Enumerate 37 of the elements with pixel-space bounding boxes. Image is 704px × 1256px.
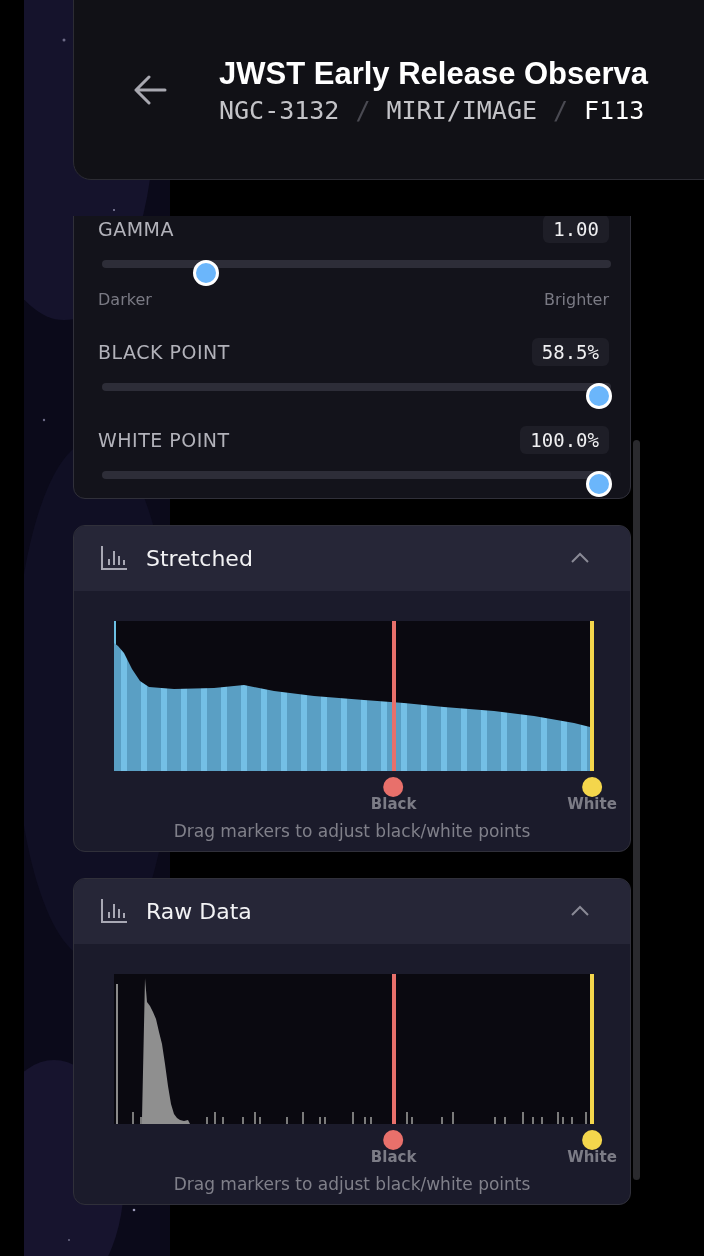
breadcrumb-separator: / xyxy=(355,95,371,125)
chevron-icon[interactable] xyxy=(570,552,590,565)
marker-handle[interactable] xyxy=(582,1129,602,1150)
marker-label: White xyxy=(567,1147,617,1166)
marker-label: Black xyxy=(370,794,417,813)
panel-header[interactable]: Stretched xyxy=(74,525,630,591)
value-readout: 1.00 xyxy=(543,216,609,243)
scrollbar[interactable] xyxy=(633,440,640,1180)
slider-thumb[interactable] xyxy=(193,260,220,286)
page-title: JWST Early Release Observa xyxy=(219,55,649,92)
slider-label: GAMMA xyxy=(98,218,174,240)
slider-label: WHITE POINT xyxy=(98,429,230,451)
breadcrumb-item[interactable]: MIRI/IMAGE xyxy=(386,95,537,125)
slider-max-label: Brighter xyxy=(544,290,609,309)
breadcrumb-separator: / xyxy=(553,95,569,125)
value-readout: 58.5% xyxy=(531,338,609,366)
panel-title: Stretched xyxy=(146,545,254,571)
marker-handle[interactable] xyxy=(582,776,602,797)
marker-label: Black xyxy=(370,1147,417,1166)
bar-chart-icon xyxy=(100,898,128,925)
chevron-icon[interactable] xyxy=(570,905,590,918)
slider-label: BLACK POINT xyxy=(98,341,230,363)
slider-thumb[interactable] xyxy=(586,383,612,409)
value-readout: 100.0% xyxy=(520,426,609,454)
panel-title: Raw Data xyxy=(146,898,253,924)
panel-header[interactable]: Raw Data xyxy=(74,878,630,944)
marker-label: White xyxy=(567,794,617,813)
back-arrow-icon[interactable] xyxy=(133,75,167,105)
marker-handle[interactable] xyxy=(383,776,404,797)
breadcrumb-item[interactable]: F113 xyxy=(584,95,645,125)
slider-min-label: Darker xyxy=(98,290,152,309)
slider-thumb[interactable] xyxy=(586,471,612,497)
bar-chart-icon xyxy=(100,545,128,572)
chart-caption: Drag markers to adjust black/white points xyxy=(172,1173,532,1194)
marker-handle[interactable] xyxy=(383,1129,404,1150)
breadcrumb-item[interactable]: NGC-3132 xyxy=(219,95,340,125)
chart-caption: Drag markers to adjust black/white points xyxy=(172,820,532,841)
